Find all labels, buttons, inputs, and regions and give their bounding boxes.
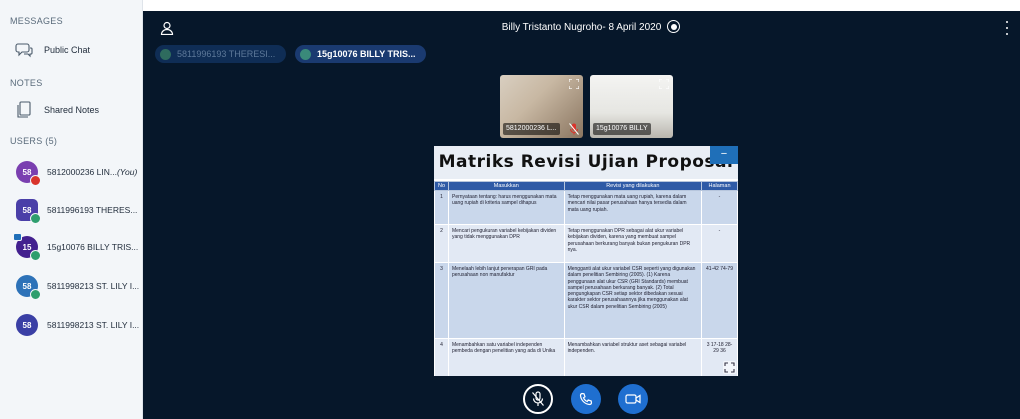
table-row: 1 Pernyataan tentang: harus menggunakan … bbox=[434, 190, 738, 225]
minimize-presentation-button[interactable]: − bbox=[710, 146, 738, 164]
share-webcam-button[interactable] bbox=[618, 384, 648, 414]
fullscreen-slide-icon[interactable] bbox=[723, 361, 736, 374]
table-row: 4 Menambahkan satu variabel independen p… bbox=[434, 338, 738, 376]
user-name: 5811996193 THERES... bbox=[47, 205, 138, 215]
public-chat-item[interactable]: Public Chat bbox=[0, 37, 143, 63]
fullscreen-icon[interactable] bbox=[569, 79, 579, 89]
avatar: 15 bbox=[13, 233, 41, 261]
leave-audio-button[interactable] bbox=[571, 384, 601, 414]
talker-label: 15g10076 BILLY TRIS... bbox=[317, 49, 416, 59]
cell-halaman: - bbox=[701, 224, 738, 263]
notes-section-title: NOTES bbox=[10, 78, 43, 88]
avatar-initials: 15 bbox=[22, 242, 32, 252]
cell-masukkan: Mencari pengukuran variabel kebijakan di… bbox=[447, 224, 565, 263]
user-item[interactable]: 58 5811996193 THERES... bbox=[0, 195, 143, 225]
presenter-icon bbox=[13, 233, 22, 241]
you-tag: (You) bbox=[116, 167, 138, 177]
cell-masukkan: Menelaah lebih lanjut penerapan GRI pada… bbox=[447, 262, 565, 339]
shared-notes-label: Shared Notes bbox=[44, 105, 100, 115]
main-area: Billy Tristanto Nugroho- 8 April 2020 58… bbox=[143, 11, 1020, 419]
table-header-row: No Masukkan Revisi yang dilakukan Halama… bbox=[434, 181, 738, 191]
mic-icon bbox=[30, 250, 41, 261]
mic-icon bbox=[30, 213, 41, 224]
presentation-slide: Matriks Revisi Ujian Proposal − No Masuk… bbox=[434, 146, 738, 376]
webcam-name: 5812000236 L... bbox=[503, 123, 560, 135]
avatar-initials: 58 bbox=[22, 320, 32, 330]
avatar-initials: 58 bbox=[22, 281, 32, 291]
notes-icon bbox=[14, 100, 34, 120]
user-name: 15g10076 BILLY TRIS... bbox=[47, 242, 139, 252]
muted-mic-icon bbox=[569, 123, 579, 135]
cell-halaman: - bbox=[701, 190, 738, 225]
avatar: 58 bbox=[16, 199, 41, 224]
chat-icon bbox=[14, 40, 34, 60]
user-item[interactable]: 58 5811998213 ST. LILY I... bbox=[0, 271, 143, 301]
record-icon bbox=[670, 23, 677, 30]
table-row: 3 Menelaah lebih lanjut penerapan GRI pa… bbox=[434, 262, 738, 339]
shared-notes-item[interactable]: Shared Notes bbox=[0, 97, 143, 123]
cell-no: 3 bbox=[434, 262, 449, 339]
avatar-initials: 58 bbox=[22, 205, 32, 215]
meeting-title: Billy Tristanto Nugroho- 8 April 2020 bbox=[501, 22, 662, 33]
talker-avatar-icon bbox=[160, 48, 171, 60]
cell-halaman: 41-42 74-79 bbox=[701, 262, 738, 339]
video-camera-icon bbox=[625, 394, 641, 404]
record-button[interactable] bbox=[667, 20, 680, 33]
user-item[interactable]: 58 5811998213 ST. LILY I... bbox=[0, 310, 143, 340]
cell-revisi: Tetap menggunakan DPR sebagai alat ukur … bbox=[563, 224, 703, 263]
user-name: 5811998213 ST. LILY I... bbox=[47, 320, 140, 330]
avatar: 58 bbox=[16, 161, 41, 186]
webcam-tile[interactable]: 15g10076 BILLY bbox=[590, 75, 673, 138]
user-name: 5811998213 ST. LILY I... bbox=[47, 281, 140, 291]
cell-masukkan: Pernyataan tentang: harus menggunakan ma… bbox=[447, 190, 565, 225]
avatar-initials: 58 bbox=[22, 167, 32, 177]
column-header: No bbox=[434, 181, 449, 191]
cell-masukkan: Menambahkan satu variabel independen pem… bbox=[447, 338, 565, 376]
mic-icon bbox=[30, 289, 41, 300]
muted-mic-icon bbox=[30, 175, 41, 186]
cell-no: 1 bbox=[434, 190, 449, 225]
column-header: Masukkan bbox=[447, 181, 565, 191]
talker-pill-active[interactable]: 15g10076 BILLY TRIS... bbox=[295, 45, 426, 63]
talker-label: 5811996193 THERESI... bbox=[177, 49, 276, 59]
options-menu-button[interactable] bbox=[1004, 21, 1010, 35]
cell-revisi: Menambahkan variabel struktur aset sebag… bbox=[563, 338, 703, 376]
user-item[interactable]: 58 5812000236 LIN...(You) bbox=[0, 157, 143, 187]
user-name: 5812000236 LIN...(You) bbox=[47, 167, 137, 177]
fullscreen-icon[interactable] bbox=[659, 79, 669, 89]
cell-revisi: Tetap menggunakan mata uang rupiah, kare… bbox=[563, 190, 703, 225]
column-header: Halaman bbox=[701, 181, 738, 191]
webcam-name: 15g10076 BILLY bbox=[593, 123, 651, 135]
messages-section-title: MESSAGES bbox=[10, 16, 63, 26]
user-name-text: 5812000236 LIN... bbox=[47, 167, 117, 177]
muted-mic-icon bbox=[532, 391, 544, 406]
table-row: 2 Mencari pengukuran variabel kebijakan … bbox=[434, 224, 738, 263]
cell-no: 2 bbox=[434, 224, 449, 263]
talker-pill[interactable]: 5811996193 THERESI... bbox=[155, 45, 286, 63]
mute-button[interactable] bbox=[523, 384, 553, 414]
slide-title: Matriks Revisi Ujian Proposal bbox=[434, 146, 738, 179]
public-chat-label: Public Chat bbox=[44, 45, 91, 55]
cell-no: 4 bbox=[434, 338, 449, 376]
users-section-title: USERS (5) bbox=[10, 136, 58, 146]
user-item[interactable]: 15 15g10076 BILLY TRIS... bbox=[0, 232, 143, 262]
avatar: 58 bbox=[16, 314, 38, 336]
webcam-tile[interactable]: 5812000236 L... bbox=[500, 75, 583, 138]
phone-icon bbox=[579, 392, 593, 406]
revision-table: No Masukkan Revisi yang dilakukan Halama… bbox=[434, 181, 738, 376]
cell-revisi: Mengganti alat ukur variabel CSR seperti… bbox=[563, 262, 703, 339]
column-header: Revisi yang dilakukan bbox=[563, 181, 703, 191]
sidebar: MESSAGES Public Chat NOTES Shared Notes … bbox=[0, 0, 143, 419]
avatar: 58 bbox=[16, 275, 41, 300]
talker-avatar-icon bbox=[300, 48, 311, 60]
